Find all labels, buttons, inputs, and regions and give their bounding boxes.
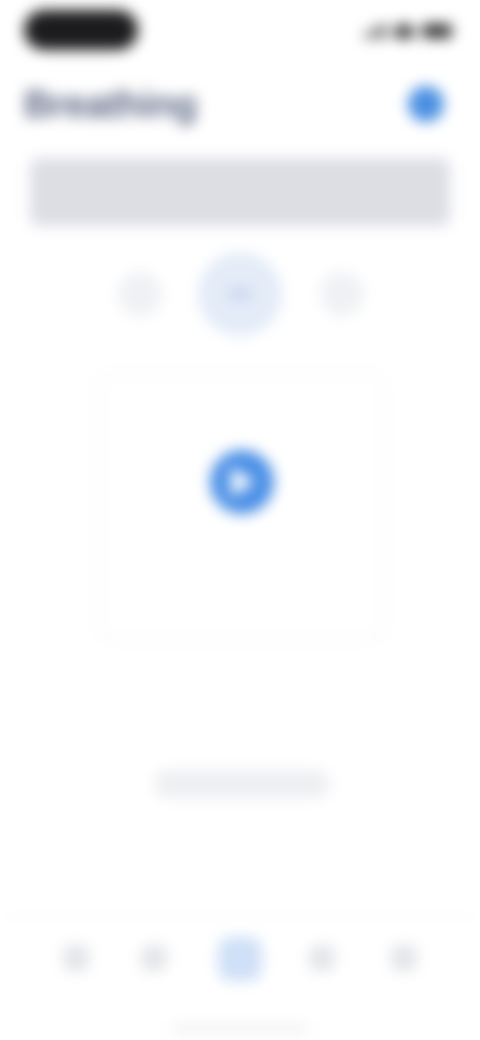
list-icon xyxy=(141,945,167,971)
tab-home[interactable] xyxy=(46,945,106,1025)
waveform-icon[interactable] xyxy=(320,272,364,316)
tab-record[interactable] xyxy=(210,937,270,1017)
page-title: Breathing xyxy=(24,84,197,126)
play-icon xyxy=(231,467,255,497)
header: Breathing xyxy=(24,80,456,140)
chart-icon xyxy=(309,945,335,971)
play-button[interactable] xyxy=(210,450,274,514)
tab-chart[interactable] xyxy=(292,945,352,1025)
status-time xyxy=(24,10,138,50)
tab-bar xyxy=(0,916,480,1040)
record-card xyxy=(98,372,384,640)
status-icons xyxy=(364,20,452,42)
home-indicator[interactable] xyxy=(172,1026,308,1031)
wave-icon[interactable] xyxy=(118,272,162,316)
wifi-icon xyxy=(394,24,414,38)
signal-icon xyxy=(364,24,386,38)
tab-list[interactable] xyxy=(124,945,184,1025)
profile-icon xyxy=(391,945,417,971)
status-bar xyxy=(0,0,480,64)
info-banner[interactable] xyxy=(30,158,450,226)
app-screen: Breathing xyxy=(0,0,480,1040)
mode-selector xyxy=(0,252,480,342)
home-icon xyxy=(63,945,89,971)
prompt-button[interactable] xyxy=(154,770,330,798)
record-icon xyxy=(218,937,262,981)
microphone-icon[interactable] xyxy=(198,252,282,336)
battery-icon xyxy=(422,24,452,38)
tab-profile[interactable] xyxy=(374,945,434,1025)
plus-icon[interactable] xyxy=(408,86,444,122)
